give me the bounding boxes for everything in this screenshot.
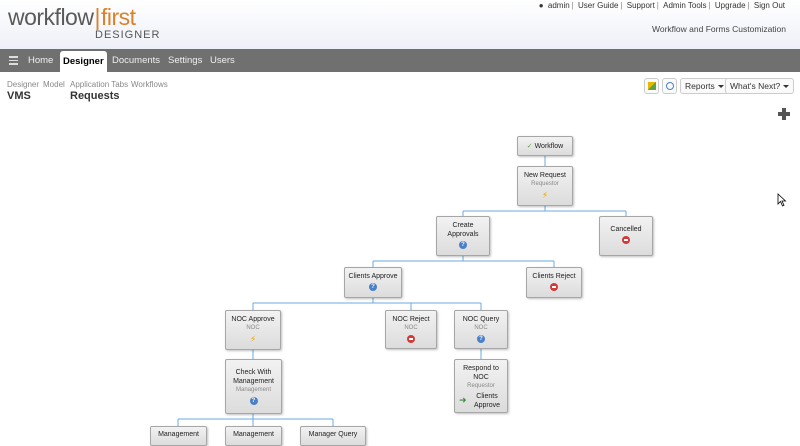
node-clients-approve[interactable]: Clients Approve ? <box>344 267 402 298</box>
node-noc-approve-label: NOC Approve <box>231 316 275 323</box>
node-check-with-management-label: Check With Management <box>233 369 274 385</box>
node-check-with-management-role: Management <box>235 387 272 393</box>
node-clients-reject[interactable]: Clients Reject <box>526 267 582 298</box>
node-management-2-label: Management <box>233 431 274 438</box>
lightning-icon: ⚡ <box>541 190 549 200</box>
node-new-request[interactable]: New Request Requestor ⚡ <box>517 166 573 206</box>
workflow-icon: ✓ <box>526 143 533 150</box>
question-icon: ? <box>477 335 485 343</box>
node-new-request-role: Requestor <box>531 181 559 187</box>
node-respond-to-noc-role: Requestor <box>467 383 495 389</box>
stop-icon <box>407 335 415 343</box>
node-clients-reject-label: Clients Reject <box>532 273 576 280</box>
node-clients-approve-label: Clients Approve <box>348 273 398 280</box>
node-noc-reject[interactable]: NOC Reject NOC <box>385 310 437 349</box>
node-management-1-label: Management <box>158 431 199 438</box>
node-noc-query-label: NOC Query <box>462 316 500 323</box>
node-management-2[interactable]: Management <box>225 426 282 446</box>
lightning-icon: ⚡ <box>249 334 257 344</box>
node-check-with-management[interactable]: Check With Management Management ? <box>225 359 282 414</box>
node-respond-to-noc[interactable]: Respond to NOC Requestor ➜ Clients Appro… <box>454 359 508 413</box>
node-cancelled-label: Cancelled <box>610 226 642 233</box>
node-manager-query-label: Manager Query <box>308 431 358 438</box>
node-create-approvals-label: Create Approvals <box>447 222 479 238</box>
node-noc-query[interactable]: NOC Query NOC ? <box>454 310 508 349</box>
node-workflow[interactable]: ✓ Workflow <box>517 136 573 156</box>
node-noc-reject-role: NOC <box>404 325 418 331</box>
question-icon: ? <box>369 283 377 291</box>
question-icon: ? <box>459 241 467 249</box>
node-create-approvals[interactable]: Create Approvals ? <box>436 216 490 256</box>
stop-icon <box>550 283 558 291</box>
node-respond-to-noc-link[interactable]: Clients Approve <box>471 392 503 410</box>
node-management-1[interactable]: Management <box>150 426 207 446</box>
node-noc-reject-label: NOC Reject <box>392 316 430 323</box>
node-manager-query[interactable]: Manager Query <box>300 426 366 446</box>
node-workflow-label: Workflow <box>534 143 564 150</box>
arrow-right-icon: ➜ <box>459 395 467 405</box>
question-icon: ? <box>249 397 258 405</box>
node-noc-approve[interactable]: NOC Approve NOC ⚡ <box>225 310 281 350</box>
stop-icon <box>622 236 630 244</box>
node-cancelled[interactable]: Cancelled <box>599 216 653 256</box>
mouse-cursor-icon <box>777 193 787 207</box>
node-noc-query-role: NOC <box>474 325 488 331</box>
node-noc-approve-role: NOC <box>246 325 260 331</box>
node-respond-to-noc-label: Respond to NOC <box>463 365 499 381</box>
node-new-request-label: New Request <box>523 172 567 179</box>
workflow-connectors <box>177 156 627 426</box>
